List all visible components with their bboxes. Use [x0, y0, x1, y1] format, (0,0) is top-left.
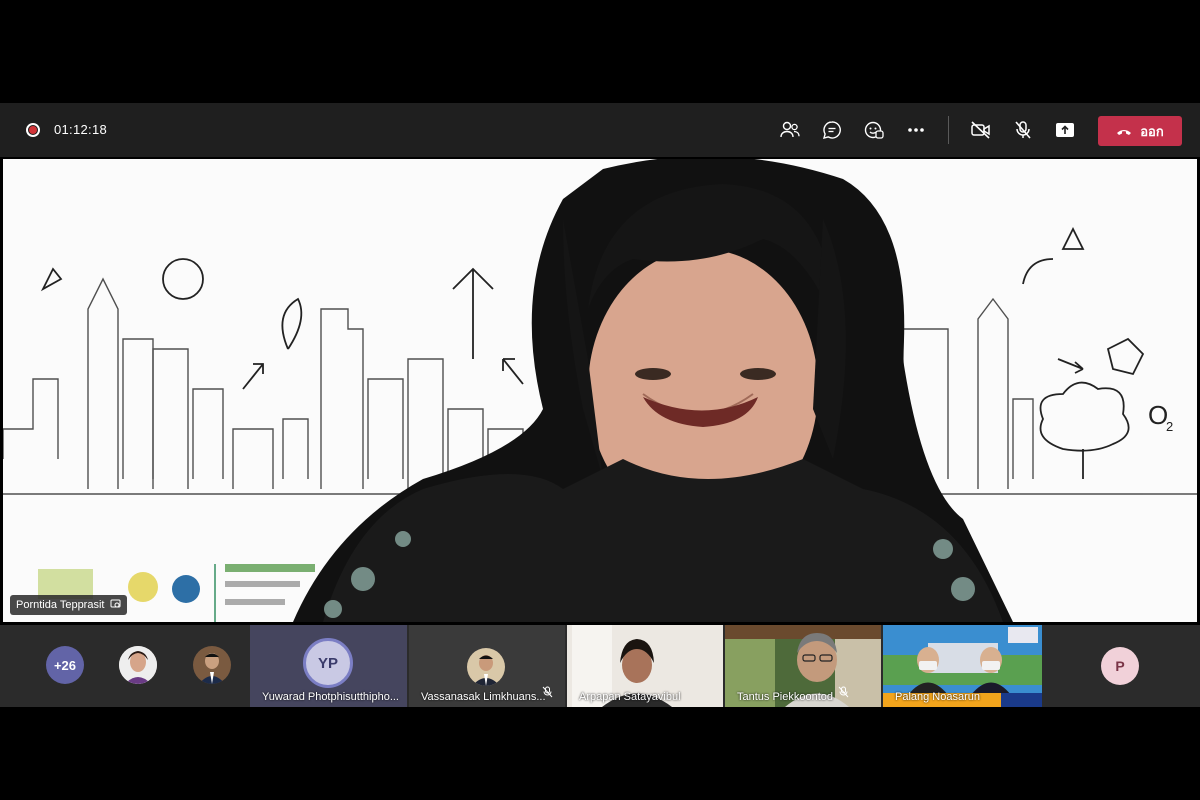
camera-off-icon[interactable] [969, 118, 993, 142]
main-speaker-video[interactable]: O 2 Porntida Tepprasit [3, 159, 1197, 622]
participant-name: Palang Noasarun [895, 691, 981, 703]
share-screen-icon[interactable] [1053, 118, 1077, 142]
participant-avatar[interactable] [193, 646, 231, 684]
more-actions-icon[interactable] [904, 118, 928, 142]
hang-up-icon [1116, 124, 1132, 139]
participant-tile[interactable]: Palang Noasarun [883, 625, 1042, 707]
mic-off-icon [542, 685, 553, 703]
overflow-participants-button[interactable]: +26 [46, 646, 84, 684]
participant-initials-avatar: YP [303, 638, 353, 688]
participant-strip: +26 YP Yuwarad Photphisutthipho... Vassa… [0, 625, 1200, 707]
participant-tile[interactable]: Arpapan Satayavibul [567, 625, 723, 707]
participant-name: Yuwarad Photphisutthipho... [262, 691, 399, 703]
participant-tile[interactable]: Tantus Piekkoontod [725, 625, 881, 707]
mic-off-icon[interactable] [1011, 118, 1035, 142]
participant-name: Tantus Piekkoontod [737, 691, 834, 703]
participant-name: Vassanasak Limkhuans... [421, 691, 546, 703]
mic-off-icon [838, 685, 849, 703]
participant-name: Arpapan Satayavibul [579, 691, 681, 703]
chat-icon[interactable] [820, 118, 844, 142]
participant-tile[interactable]: YP Yuwarad Photphisutthipho... [250, 625, 407, 707]
toolbar-divider [948, 116, 949, 144]
speaker-name: Porntida Tepprasit [16, 599, 105, 611]
meeting-toolbar: 01:12:18 ออก [0, 103, 1200, 157]
meeting-window: 01:12:18 ออก O 2 Porntida Tepprasit +26 … [0, 0, 1200, 800]
participants-icon[interactable] [778, 118, 802, 142]
participant-tile[interactable]: Vassanasak Limkhuans... [409, 625, 565, 707]
speaker-video-frame: O 2 [3, 159, 1197, 622]
svg-text:2: 2 [1166, 419, 1173, 434]
participant-initial-avatar[interactable]: P [1101, 647, 1139, 685]
leave-button[interactable]: ออก [1098, 116, 1182, 146]
recording-indicator-icon [26, 123, 40, 137]
screen-share-icon [110, 599, 121, 612]
leave-label: ออก [1140, 123, 1164, 139]
reactions-icon[interactable] [862, 118, 886, 142]
speaker-name-tag: Porntida Tepprasit [10, 595, 128, 615]
participant-avatar[interactable] [119, 646, 157, 684]
meeting-timer: 01:12:18 [54, 122, 108, 137]
participant-avatar [467, 648, 505, 686]
